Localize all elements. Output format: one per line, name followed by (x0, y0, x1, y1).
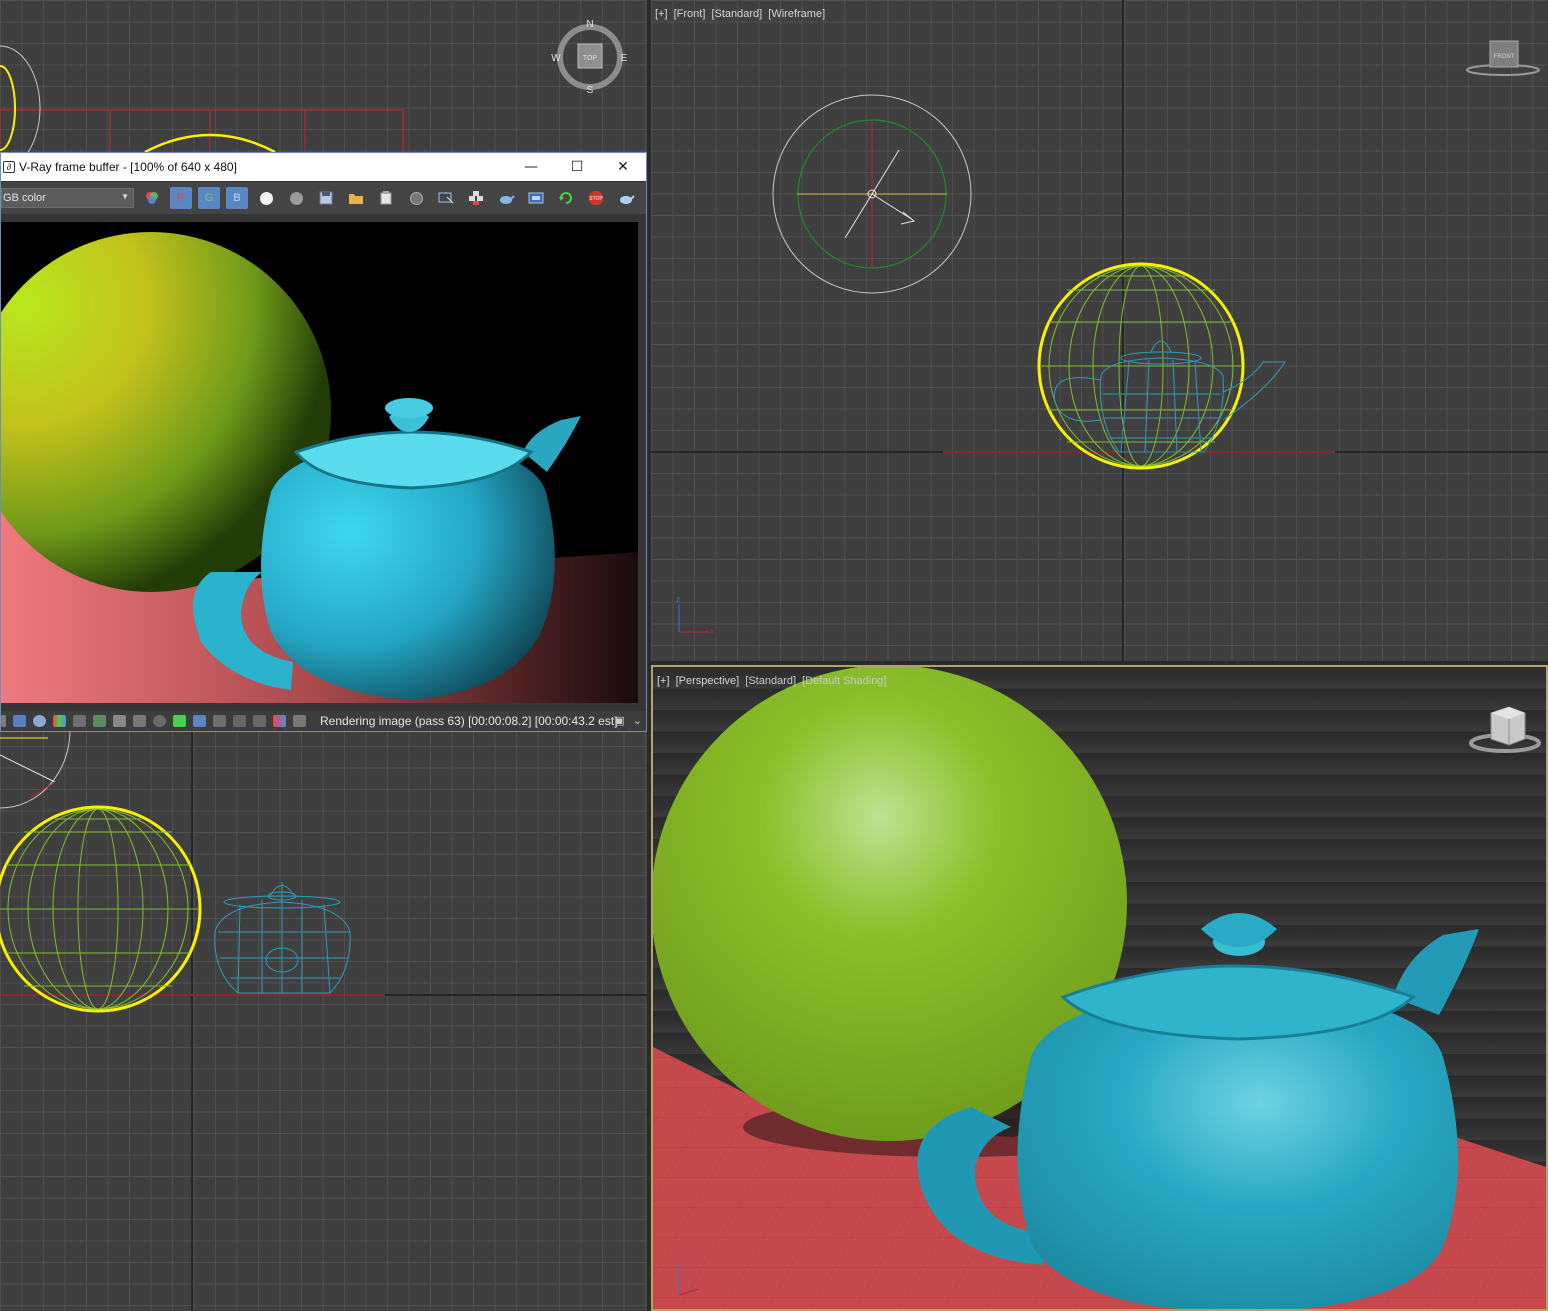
svg-text:TOP: TOP (583, 55, 598, 62)
panel-toggle-icon[interactable] (1, 715, 6, 727)
stereo-icon[interactable] (524, 187, 548, 209)
vfb-title: V-Ray frame buffer - [100% of 640 x 480] (19, 160, 237, 174)
vfb-toolbar: GB color ▼ R G B STOP (1, 182, 646, 214)
viewport-shading-label[interactable]: [Default Shading] (802, 675, 886, 687)
svg-text:E: E (621, 53, 628, 64)
color-balance-icon[interactable] (53, 715, 66, 727)
perspective-viewport[interactable]: z [+] [Perspective] [Standard] [Default … (651, 665, 1548, 1311)
lut-icon[interactable] (173, 715, 186, 727)
levels-icon[interactable] (73, 715, 86, 727)
vfb-titlebar[interactable]: ∂ V-Ray frame buffer - [100% of 640 x 48… (1, 153, 646, 181)
front-viewcube[interactable]: FRONT (1463, 36, 1543, 82)
svg-text:x: x (710, 627, 714, 636)
white-circle-icon[interactable] (254, 187, 278, 209)
channel-dropdown-value: GB color (3, 192, 46, 204)
ocio-icon[interactable] (213, 715, 226, 727)
stop-render-icon[interactable]: STOP (584, 187, 608, 209)
hsl-icon[interactable] (93, 715, 106, 727)
statusbar-right: ▣ ⌄ (614, 714, 642, 727)
chevron-down-icon: ▼ (121, 192, 129, 201)
pixel-info-icon[interactable] (293, 715, 306, 727)
vray-logo-icon: ∂ (3, 161, 15, 173)
curves-icon[interactable] (193, 715, 206, 727)
open-folder-icon[interactable] (344, 187, 368, 209)
h-icon[interactable] (233, 715, 246, 727)
rendered-image[interactable] (1, 222, 638, 703)
refresh-render-icon[interactable] (554, 187, 578, 209)
gray-circle-icon[interactable] (284, 187, 308, 209)
viewport-divider-horizontal[interactable] (651, 661, 1548, 665)
display-corrections-icon[interactable] (13, 715, 26, 727)
render-teapot-icon[interactable] (494, 187, 518, 209)
restore-panel-icon[interactable]: ▣ (614, 714, 624, 727)
blue-channel-button[interactable]: B (226, 187, 248, 209)
settings-gear-icon[interactable] (153, 715, 166, 727)
clear-image-icon[interactable] (404, 187, 428, 209)
region-render-icon[interactable] (464, 187, 488, 209)
front-viewport-scene: z x (651, 0, 1548, 662)
svg-text:W: W (551, 53, 561, 64)
svg-text:STOP: STOP (589, 196, 603, 202)
front-axis-tripod: z x (676, 595, 714, 636)
ab-split-icon[interactable] (273, 715, 286, 727)
top-viewcube[interactable]: TOP N S E W (548, 18, 632, 96)
svg-text:z: z (676, 595, 680, 604)
left-viewport-scene (0, 660, 647, 1311)
viewport-menu-plus[interactable]: [+] (657, 675, 670, 687)
track-mouse-icon[interactable] (434, 187, 458, 209)
histogram-icon[interactable] (113, 715, 126, 727)
info-icon[interactable] (33, 715, 46, 727)
left-teapot-wire (214, 882, 351, 994)
color-channels-icon[interactable] (140, 187, 164, 209)
maximize-button[interactable]: ☐ (554, 153, 600, 181)
light-gizmo (772, 94, 972, 294)
viewport-pov-label[interactable]: [Perspective] (676, 675, 740, 687)
expand-chevron-icon[interactable]: ⌄ (633, 714, 642, 727)
perspective-viewcube[interactable] (1465, 699, 1545, 759)
vfb-statusbar: Rendering image (pass 63) [00:00:08.2] [… (1, 711, 646, 731)
viewport-divider-vertical[interactable] (647, 0, 651, 1311)
compare-icon[interactable] (253, 715, 266, 727)
close-button[interactable]: ✕ (600, 153, 646, 181)
window-controls: — ☐ ✕ (508, 153, 646, 181)
svg-text:N: N (586, 19, 593, 30)
svg-text:S: S (587, 85, 594, 96)
clipboard-icon[interactable] (374, 187, 398, 209)
left-sphere-wire (0, 805, 202, 1013)
vray-frame-buffer-window[interactable]: ∂ V-Ray frame buffer - [100% of 640 x 48… (0, 152, 647, 732)
green-channel-button[interactable]: G (198, 187, 220, 209)
channel-dropdown[interactable]: GB color ▼ (1, 188, 134, 208)
exposure-icon[interactable] (133, 715, 146, 727)
front-viewport[interactable]: [+] [Front] [Standard] [Wireframe] z x F… (651, 0, 1548, 662)
viewport-standard-label[interactable]: [Standard] (745, 675, 796, 687)
render-status-text: Rendering image (pass 63) [00:00:08.2] [… (320, 714, 618, 728)
svg-text:FRONT: FRONT (1494, 54, 1515, 60)
render-last-teapot-icon[interactable] (614, 187, 638, 209)
save-image-icon[interactable] (314, 187, 338, 209)
svg-text:z: z (676, 1260, 680, 1269)
left-viewport[interactable] (0, 660, 647, 1311)
minimize-button[interactable]: — (508, 153, 554, 181)
perspective-viewport-label[interactable]: [+] [Perspective] [Standard] [Default Sh… (657, 675, 889, 687)
red-channel-button[interactable]: R (170, 187, 192, 209)
perspective-scene: z (653, 667, 1546, 1309)
